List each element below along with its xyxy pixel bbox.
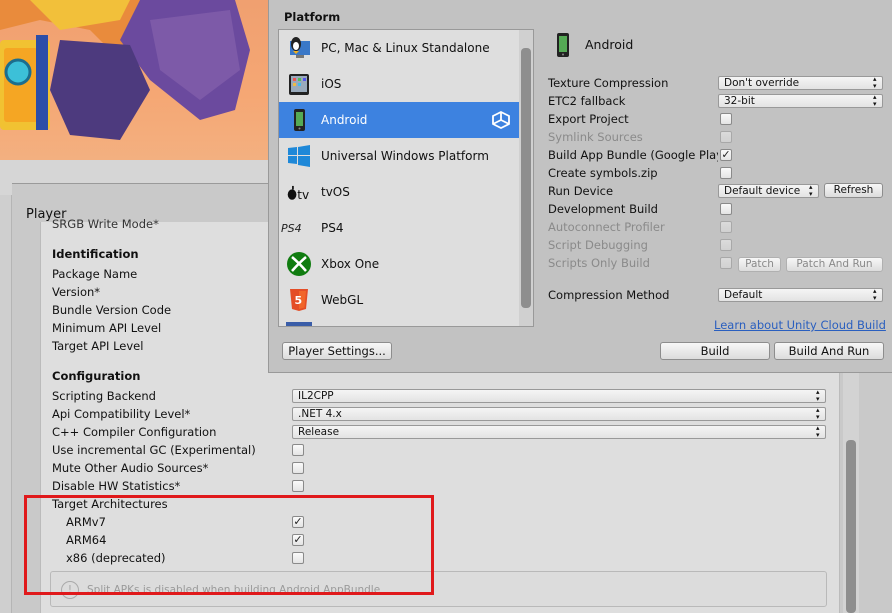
version-label: Version* bbox=[52, 285, 101, 299]
build-app-bundle-checkbox[interactable]: ✓ bbox=[720, 149, 732, 161]
svg-text:tv: tv bbox=[297, 188, 309, 202]
patch-button[interactable]: Patch bbox=[738, 257, 781, 272]
package-name-label: Package Name bbox=[52, 267, 138, 281]
api-compatibility-dropdown[interactable]: .NET 4.x bbox=[292, 407, 826, 421]
platform-item-webgl[interactable]: 5 WebGL bbox=[279, 282, 519, 318]
platform-label: PS4 bbox=[321, 221, 344, 235]
build-and-run-button[interactable]: Build And Run bbox=[774, 342, 884, 360]
patch-and-run-button[interactable]: Patch And Run bbox=[786, 257, 883, 272]
texture-compression-label: Texture Compression bbox=[548, 76, 669, 90]
platform-item-android[interactable]: Android bbox=[279, 102, 519, 138]
compression-method-dropdown[interactable]: Default bbox=[718, 288, 883, 302]
etc2-fallback-label: ETC2 fallback bbox=[548, 94, 626, 108]
platform-item-standalone[interactable]: PC, Mac & Linux Standalone bbox=[279, 30, 519, 66]
platform-item-tvos[interactable]: tv tvOS bbox=[279, 174, 519, 210]
run-device-dropdown[interactable]: Default device bbox=[718, 184, 819, 198]
scripting-backend-dropdown[interactable]: IL2CPP bbox=[292, 389, 826, 403]
game-artwork bbox=[0, 0, 250, 140]
symlink-sources-label: Symlink Sources bbox=[548, 130, 643, 144]
cpp-compiler-dropdown[interactable]: Release bbox=[292, 425, 826, 439]
autoconnect-profiler-checkbox[interactable] bbox=[720, 221, 732, 233]
platform-list: PC, Mac & Linux Standalone iOS Android U… bbox=[278, 29, 534, 327]
pc-mac-linux-icon bbox=[290, 37, 310, 58]
configuration-header: Configuration bbox=[52, 369, 141, 383]
texture-compression-dropdown[interactable]: Don't override bbox=[718, 76, 883, 90]
platform-item-uwp[interactable]: Universal Windows Platform bbox=[279, 138, 519, 174]
refresh-button[interactable]: Refresh bbox=[824, 183, 883, 198]
development-build-checkbox[interactable] bbox=[720, 203, 732, 215]
mute-audio-label: Mute Other Audio Sources* bbox=[52, 461, 209, 475]
unity-logo-icon bbox=[492, 110, 510, 130]
api-compatibility-label: Api Compatibility Level* bbox=[52, 407, 191, 421]
checkmark-icon: ✓ bbox=[721, 148, 731, 161]
windows-icon bbox=[288, 145, 310, 167]
svg-text:5: 5 bbox=[295, 294, 303, 307]
platform-label: Universal Windows Platform bbox=[321, 149, 489, 163]
partial-platform-icon bbox=[286, 322, 312, 326]
symlink-sources-checkbox[interactable] bbox=[720, 131, 732, 143]
player-settings-button[interactable]: Player Settings... bbox=[282, 342, 392, 360]
platform-header: Platform bbox=[284, 10, 341, 24]
autoconnect-profiler-label: Autoconnect Profiler bbox=[548, 220, 665, 234]
development-build-label: Development Build bbox=[548, 202, 658, 216]
highlight-annotation-box bbox=[24, 495, 434, 595]
srgb-write-mode-label: SRGB Write Mode* bbox=[52, 217, 159, 231]
build-app-bundle-label: Build App Bundle (Google Play) bbox=[548, 148, 718, 162]
platform-label: iOS bbox=[321, 77, 342, 91]
svg-text:PS4: PS4 bbox=[281, 222, 302, 235]
player-scrollbar-thumb[interactable] bbox=[846, 440, 856, 613]
etc2-fallback-dropdown[interactable]: 32-bit bbox=[718, 94, 883, 108]
left-panel-edge bbox=[0, 195, 12, 613]
bundle-version-code-label: Bundle Version Code bbox=[52, 303, 172, 317]
platform-label: WebGL bbox=[321, 293, 364, 307]
disable-hw-stats-label: Disable HW Statistics* bbox=[52, 479, 181, 493]
build-button[interactable]: Build bbox=[660, 342, 770, 360]
ps4-icon: PS4 bbox=[281, 222, 302, 235]
android-icon bbox=[294, 109, 305, 131]
script-debugging-checkbox[interactable] bbox=[720, 239, 732, 251]
ios-icon bbox=[289, 74, 309, 95]
incremental-gc-label: Use incremental GC (Experimental) bbox=[52, 443, 256, 457]
platform-label: Xbox One bbox=[321, 257, 380, 271]
html5-icon: 5 bbox=[290, 289, 308, 311]
selected-platform-title: Android bbox=[585, 37, 634, 52]
identification-header: Identification bbox=[52, 247, 139, 261]
minimum-api-level-label: Minimum API Level bbox=[52, 321, 162, 335]
game-view-preview bbox=[0, 0, 300, 160]
scripting-backend-label: Scripting Backend bbox=[52, 389, 156, 403]
cpp-compiler-label: C++ Compiler Configuration bbox=[52, 425, 217, 439]
target-api-level-label: Target API Level bbox=[52, 339, 144, 353]
xbox-icon bbox=[287, 252, 311, 276]
platform-scrollbar-thumb[interactable] bbox=[521, 48, 531, 308]
android-device-icon bbox=[557, 33, 569, 57]
platform-item-ios[interactable]: iOS bbox=[279, 66, 519, 102]
platform-label: tvOS bbox=[321, 185, 350, 199]
export-project-label: Export Project bbox=[548, 112, 629, 126]
platform-label: PC, Mac & Linux Standalone bbox=[321, 41, 490, 55]
scripts-only-build-label: Scripts Only Build bbox=[548, 256, 650, 270]
export-project-checkbox[interactable] bbox=[720, 113, 732, 125]
platform-item-ps4[interactable]: PS4 PS4 bbox=[279, 210, 519, 246]
mute-audio-checkbox[interactable] bbox=[292, 462, 304, 474]
unity-cloud-build-link[interactable]: Learn about Unity Cloud Build bbox=[714, 318, 886, 332]
disable-hw-stats-checkbox[interactable] bbox=[292, 480, 304, 492]
create-symbols-label: Create symbols.zip bbox=[548, 166, 658, 180]
compression-method-label: Compression Method bbox=[548, 288, 670, 302]
platform-label: Android bbox=[321, 113, 368, 127]
script-debugging-label: Script Debugging bbox=[548, 238, 648, 252]
scripts-only-build-checkbox[interactable] bbox=[720, 257, 732, 269]
create-symbols-checkbox[interactable] bbox=[720, 167, 732, 179]
platform-item-xbox[interactable]: Xbox One bbox=[279, 246, 519, 282]
incremental-gc-checkbox[interactable] bbox=[292, 444, 304, 456]
run-device-label: Run Device bbox=[548, 184, 614, 198]
tvos-icon: tv bbox=[287, 185, 309, 202]
